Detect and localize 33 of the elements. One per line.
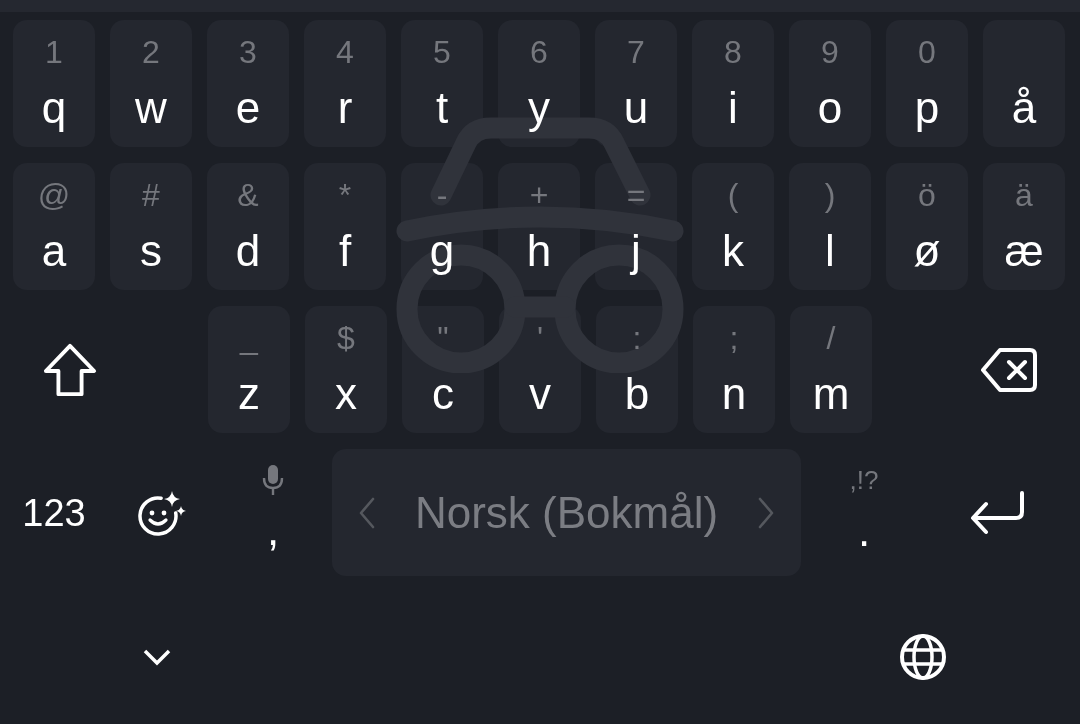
- letter-key[interactable]: 9 o: [789, 20, 871, 147]
- letter-key[interactable]: 7 u: [595, 20, 677, 147]
- enter-icon: [968, 489, 1026, 536]
- backspace-icon: [980, 346, 1038, 393]
- letter-key[interactable]: $ x: [305, 306, 387, 433]
- microphone-icon: [262, 465, 284, 495]
- comma-key[interactable]: ,: [229, 449, 317, 576]
- letter-key[interactable]: 8 i: [692, 20, 774, 147]
- letter-key[interactable]: _ z: [208, 306, 290, 433]
- letter-key[interactable]: ) l: [789, 163, 871, 290]
- letter-key[interactable]: 5 t: [401, 20, 483, 147]
- chevron-right-icon: [758, 496, 774, 529]
- letter-key[interactable]: ; n: [693, 306, 775, 433]
- letter-key[interactable]: # s: [110, 163, 192, 290]
- letter-key[interactable]: ( k: [692, 163, 774, 290]
- letter-key[interactable]: 1 q: [13, 20, 95, 147]
- symbols-key[interactable]: 123: [13, 449, 95, 576]
- letter-key[interactable]: * f: [304, 163, 386, 290]
- letter-key[interactable]: 4 r: [304, 20, 386, 147]
- space-bar[interactable]: Norsk (Bokmål): [332, 449, 801, 576]
- letter-key[interactable]: å: [983, 20, 1065, 147]
- letter-key[interactable]: 0 p: [886, 20, 968, 147]
- chevron-left-icon: [359, 496, 375, 529]
- period-key[interactable]: ,!? .: [816, 449, 912, 576]
- letter-key[interactable]: & d: [207, 163, 289, 290]
- letter-key[interactable]: @ a: [13, 163, 95, 290]
- letter-key[interactable]: 3 e: [207, 20, 289, 147]
- letter-key[interactable]: ä æ: [983, 163, 1065, 290]
- chevron-down-icon: [143, 648, 171, 666]
- letter-key[interactable]: / m: [790, 306, 872, 433]
- letter-key[interactable]: 2 w: [110, 20, 192, 147]
- letter-key[interactable]: ö ø: [886, 163, 968, 290]
- globe-icon: [899, 633, 947, 681]
